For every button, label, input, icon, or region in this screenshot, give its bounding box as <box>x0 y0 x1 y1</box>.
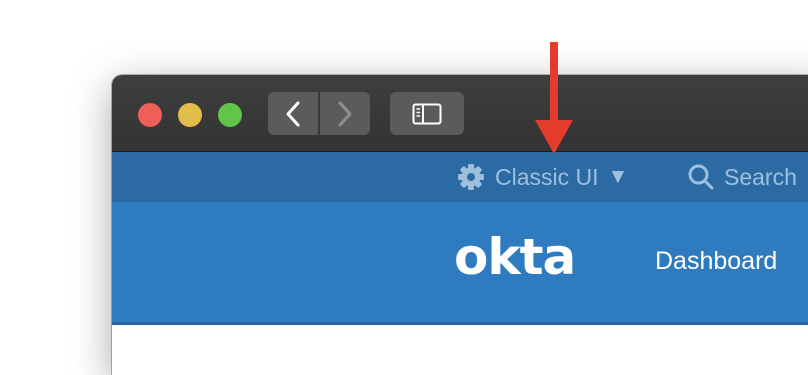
search-label: Search <box>724 163 797 190</box>
title-bar <box>112 75 808 152</box>
admin-top-bar: Classic UI ▼ Search <box>112 152 808 202</box>
page-content <box>112 325 808 375</box>
chevron-left-icon <box>286 101 300 126</box>
sidebar-icon <box>412 103 442 124</box>
chevron-down-icon: ▼ <box>607 165 629 188</box>
minimize-window-button[interactable] <box>178 103 202 127</box>
zoom-window-button[interactable] <box>218 103 242 127</box>
close-window-button[interactable] <box>138 103 162 127</box>
search-button[interactable]: Search <box>687 152 797 202</box>
okta-logo[interactable]: okta <box>454 228 576 286</box>
back-button[interactable] <box>268 92 318 135</box>
gear-icon <box>458 164 484 190</box>
main-header: okta Dashboard <box>112 202 808 325</box>
annotation-arrow <box>535 42 573 154</box>
nav-dashboard[interactable]: Dashboard <box>655 247 777 276</box>
chevron-right-icon <box>338 101 352 126</box>
forward-button[interactable] <box>320 92 370 135</box>
search-icon <box>688 164 714 190</box>
ui-mode-label: Classic UI <box>495 163 599 190</box>
navigation-buttons <box>268 92 370 135</box>
browser-window: Classic UI ▼ Search okta Dashboard <box>112 75 808 375</box>
sidebar-toggle-button[interactable] <box>390 92 464 135</box>
